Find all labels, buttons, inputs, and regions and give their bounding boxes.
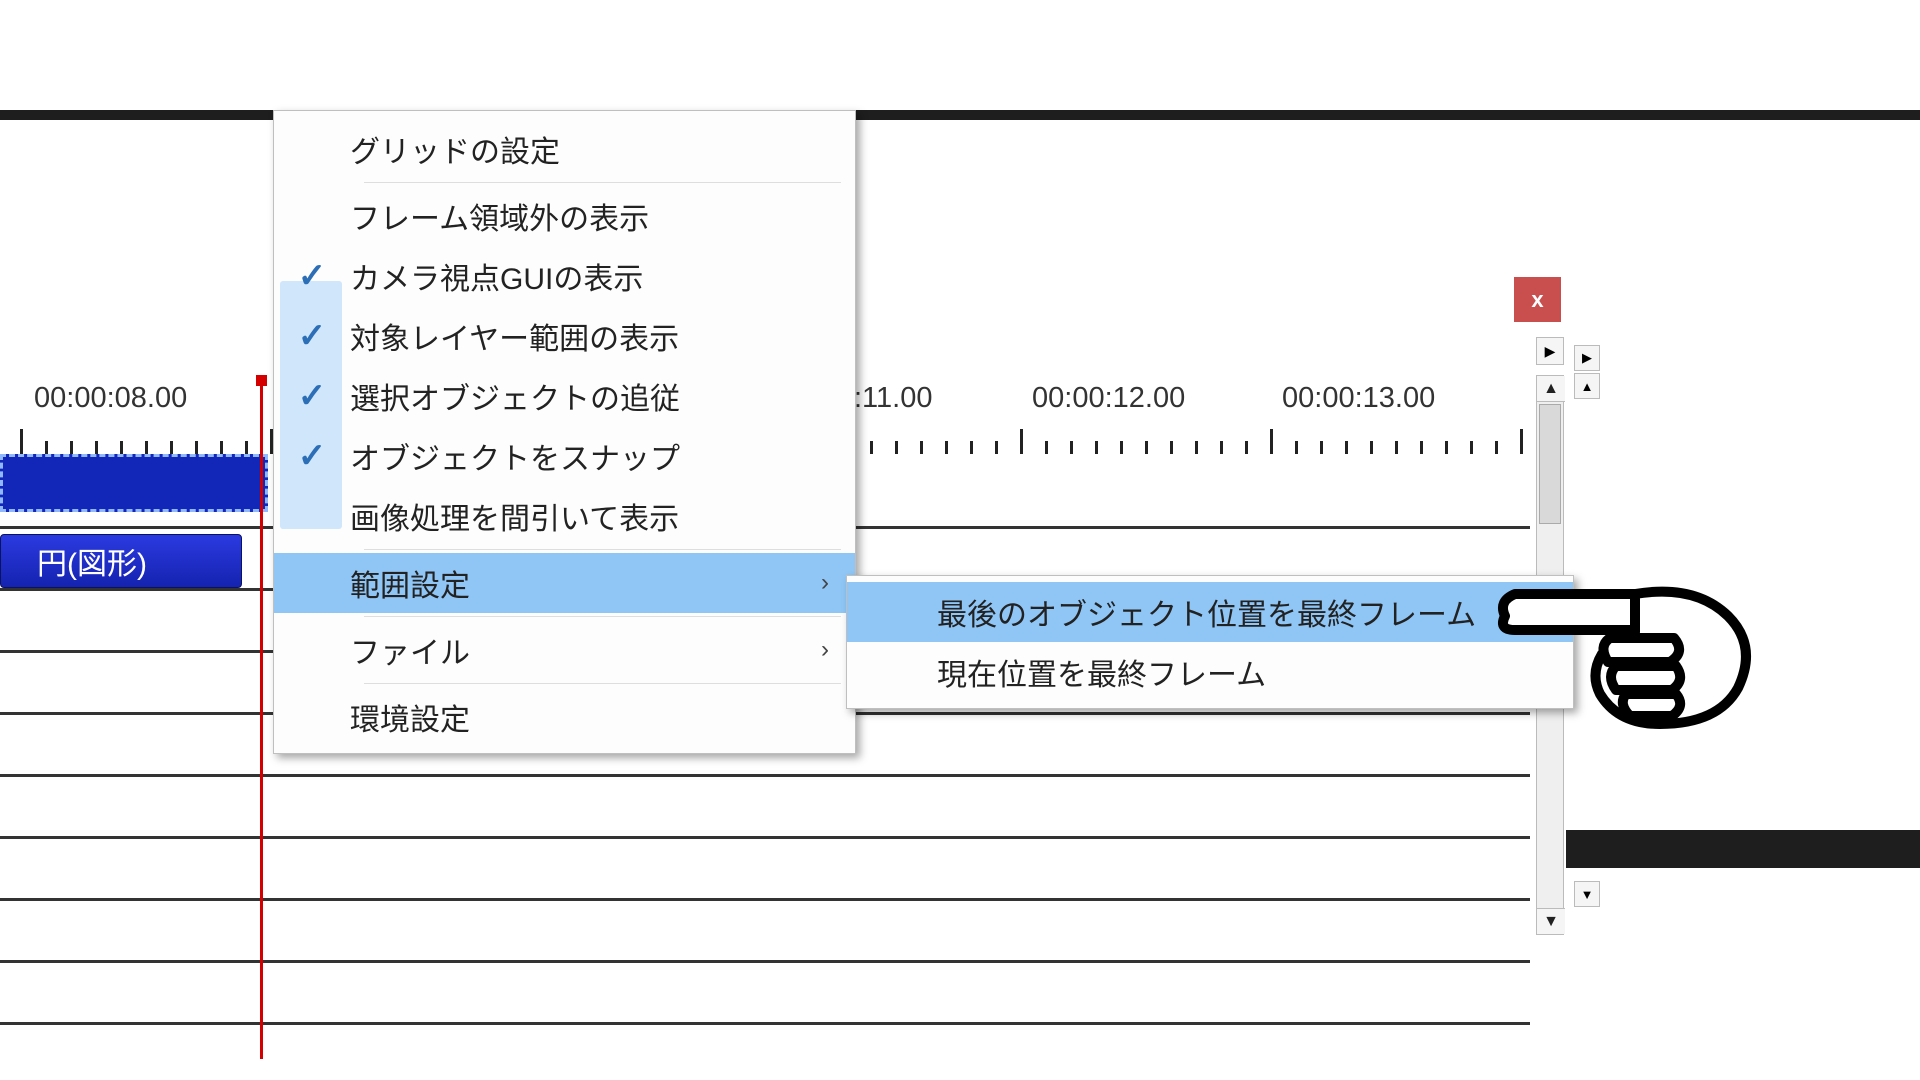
menu-label: 最後のオブジェクト位置を最終フレーム: [937, 590, 1476, 634]
menu-separator: [364, 182, 841, 183]
arrow-down-icon: ▼: [1543, 913, 1559, 931]
track-row[interactable]: [0, 901, 1530, 963]
arrow-down-icon: ▼: [1581, 887, 1594, 902]
zoom-up-button[interactable]: ▶: [1574, 345, 1600, 371]
menu-separator: [364, 616, 841, 617]
playhead-line[interactable]: [260, 379, 263, 1059]
menu-label: カメラ視点GUIの表示: [350, 254, 855, 298]
clip-label: 円(図形): [37, 539, 147, 583]
menu-label: グリッドの設定: [350, 127, 855, 171]
scroll-right-button[interactable]: ▶: [1536, 337, 1564, 365]
menu-item-show-target-layer-range[interactable]: ✓ 対象レイヤー範囲の表示: [274, 306, 855, 366]
menu-item-show-outside-frame[interactable]: フレーム領域外の表示: [274, 186, 855, 246]
menu-separator: [364, 683, 841, 684]
arrow-right-icon: ▶: [1582, 350, 1592, 366]
close-icon: x: [1531, 287, 1543, 313]
arrow-right-icon: ▶: [1545, 343, 1556, 360]
menu-label: 環境設定: [350, 695, 855, 739]
time-label: :11.00: [854, 382, 932, 415]
bottom-bar: [1566, 830, 1920, 868]
menu-label: 選択オブジェクトの追従: [350, 374, 855, 418]
time-label: 00:00:08.00: [34, 382, 187, 415]
track-row[interactable]: [0, 777, 1530, 839]
track-row[interactable]: [0, 963, 1530, 1025]
submenu-item-last-object-to-final-frame[interactable]: 最後のオブジェクト位置を最終フレーム: [847, 582, 1573, 642]
menu-label: 対象レイヤー範囲の表示: [350, 314, 855, 358]
zoom-down-button[interactable]: ▲: [1574, 373, 1600, 399]
context-menu: グリッドの設定 フレーム領域外の表示 ✓ カメラ視点GUIの表示 ✓ 対象レイヤ…: [273, 110, 856, 754]
clip-selected[interactable]: [0, 454, 268, 512]
menu-item-grid-settings[interactable]: グリッドの設定: [274, 119, 855, 179]
clip-shape[interactable]: 円(図形): [0, 534, 242, 588]
menu-item-preferences[interactable]: 環境設定: [274, 687, 855, 747]
menu-label: 画像処理を間引いて表示: [350, 494, 855, 538]
check-icon: ✓: [298, 436, 327, 476]
menu-item-show-camera-gui[interactable]: ✓ カメラ視点GUIの表示: [274, 246, 855, 306]
time-label: 00:00:12.00: [1032, 382, 1185, 415]
menu-label: フレーム領域外の表示: [350, 194, 855, 238]
submenu-item-current-position-to-final-frame[interactable]: 現在位置を最終フレーム: [847, 642, 1573, 702]
menu-label: オブジェクトをスナップ: [350, 434, 855, 478]
arrow-up-icon: ▲: [1581, 379, 1594, 394]
check-icon: ✓: [298, 256, 327, 296]
scrollbar-thumb[interactable]: [1539, 404, 1561, 524]
menu-item-snap-object[interactable]: ✓ オブジェクトをスナップ: [274, 426, 855, 486]
time-label: 00:00:13.00: [1282, 382, 1435, 415]
menu-item-range-settings[interactable]: 範囲設定 ›: [274, 553, 855, 613]
check-icon: ✓: [298, 316, 327, 356]
menu-item-decimated-image-processing[interactable]: 画像処理を間引いて表示: [274, 486, 855, 546]
menu-separator: [364, 549, 841, 550]
menu-item-follow-selected-object[interactable]: ✓ 選択オブジェクトの追従: [274, 366, 855, 426]
menu-label: 範囲設定: [350, 561, 821, 605]
track-row[interactable]: [0, 839, 1530, 901]
pointing-hand-icon: [1490, 576, 1770, 736]
close-button[interactable]: x: [1514, 277, 1561, 322]
scroll-up-button[interactable]: ▲: [1537, 376, 1565, 402]
app-frame: x 00:00:08.00 :11.00 00:00:12.00 00:00:1…: [0, 0, 1920, 1080]
zoom-end-button[interactable]: ▼: [1574, 881, 1600, 907]
arrow-up-icon: ▲: [1543, 380, 1559, 398]
scroll-down-button[interactable]: ▼: [1537, 908, 1565, 934]
check-icon: ✓: [298, 376, 327, 416]
menu-item-file[interactable]: ファイル ›: [274, 620, 855, 680]
menu-label: ファイル: [350, 628, 821, 672]
context-submenu-range-settings: 最後のオブジェクト位置を最終フレーム 現在位置を最終フレーム: [846, 575, 1574, 709]
menu-label: 現在位置を最終フレーム: [937, 650, 1266, 694]
